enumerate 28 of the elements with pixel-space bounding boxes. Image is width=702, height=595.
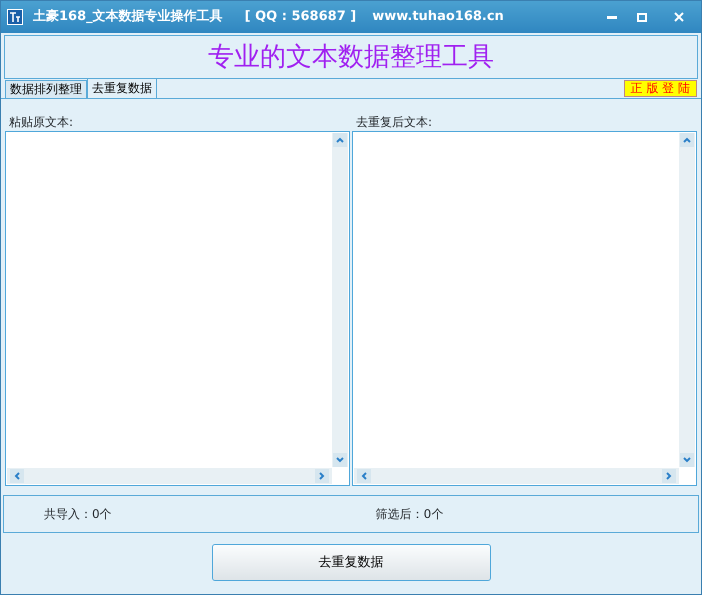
scroll-up-icon[interactable] (333, 133, 347, 147)
scroll-up-icon[interactable] (680, 133, 694, 147)
scroll-right-icon[interactable] (662, 469, 676, 483)
tab[interactable]: 去重复数据 (87, 78, 157, 98)
horizontal-scrollbar[interactable] (354, 468, 679, 484)
close-icon[interactable] (674, 12, 684, 22)
horizontal-scrollbar[interactable] (7, 468, 332, 484)
vertical-scrollbar[interactable] (679, 133, 695, 467)
maximize-icon[interactable] (637, 12, 647, 22)
scroll-down-icon[interactable] (333, 453, 347, 467)
scroll-right-icon[interactable] (315, 469, 329, 483)
pane-label: 粘贴原文本: (9, 115, 74, 129)
scroll-down-icon[interactable] (680, 453, 694, 467)
vertical-scrollbar[interactable] (332, 133, 348, 467)
tab[interactable]: 数据排列整理 (5, 80, 87, 98)
scroll-left-icon[interactable] (357, 469, 371, 483)
login-button[interactable]: 正 版 登 陆 (624, 80, 697, 97)
scroll-left-icon[interactable] (10, 469, 24, 483)
banner-title: 专业的文本数据整理工具 (208, 40, 494, 74)
minimize-icon[interactable] (607, 16, 617, 18)
stat-text: 共导入：0个 (44, 506, 112, 523)
pane-label: 去重复后文本: (356, 115, 432, 129)
window-title: 土豪168_文本数据专业操作工具 (33, 8, 223, 26)
app-icon (7, 9, 23, 25)
remove-duplicates-button[interactable]: 去重复数据 (212, 544, 490, 581)
stat-text: 筛选后：0个 (376, 506, 444, 523)
qq-number: [ QQ : 568687 ] (244, 8, 356, 26)
website-url: www.tuhao168.cn (372, 8, 504, 26)
